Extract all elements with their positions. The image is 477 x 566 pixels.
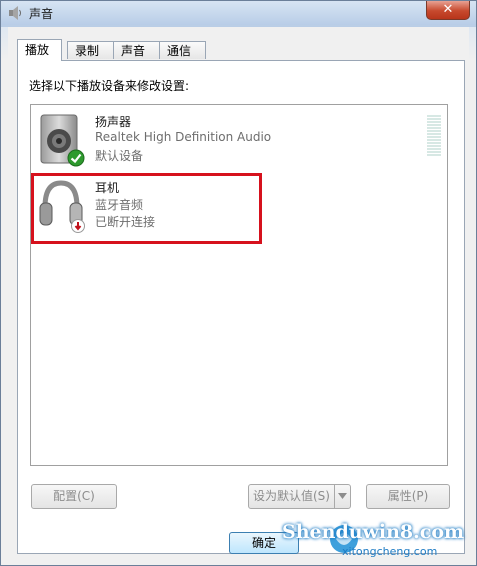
watermark-sub: xitongcheng.com — [342, 545, 438, 558]
tab-sounds[interactable]: 声音 — [113, 41, 160, 59]
set-default-button[interactable]: 设为默认值(S) — [248, 484, 351, 509]
device-item-speakers[interactable]: 扬声器 Realtek High Definition Audio 默认设备 — [31, 107, 447, 171]
default-check-icon — [67, 149, 85, 167]
volume-level-meter — [427, 115, 441, 157]
close-icon: ✕ — [442, 2, 454, 17]
tab-playback[interactable]: 播放 — [17, 39, 62, 61]
properties-button[interactable]: 属性(P) — [366, 484, 450, 509]
highlight-box — [31, 173, 262, 244]
title-bar[interactable]: 声音 ✕ — [1, 1, 476, 25]
close-button[interactable]: ✕ — [426, 1, 470, 20]
device-status: 默认设备 — [95, 149, 144, 163]
chevron-down-icon — [338, 493, 347, 499]
speaker-title-icon — [9, 6, 21, 20]
tab-communications[interactable]: 通信 — [159, 41, 206, 59]
device-name: 扬声器 — [95, 115, 132, 129]
sound-dialog: 声音 ✕ 播放 录制 声音 通信 选择以下播放设备来修改设置: 扬声器 Real… — [0, 0, 477, 566]
watermark-brand: Shenduwin8.com — [282, 521, 465, 543]
set-default-dropdown[interactable] — [334, 485, 350, 508]
tab-recording[interactable]: 录制 — [67, 41, 114, 59]
dialog-client: 播放 录制 声音 通信 选择以下播放设备来修改设置: 扬声器 Realtek H… — [8, 27, 469, 559]
instruction-text: 选择以下播放设备来修改设置: — [29, 79, 190, 93]
device-list[interactable]: 扬声器 Realtek High Definition Audio 默认设备 耳… — [30, 104, 448, 466]
playback-panel: 选择以下播放设备来修改设置: 扬声器 Realtek High Definiti… — [17, 60, 465, 554]
device-description: Realtek High Definition Audio — [95, 130, 272, 144]
set-default-label: 设为默认值(S) — [253, 489, 330, 503]
watermark: Shenduwin8.com xitongcheng.com — [282, 519, 472, 561]
configure-button[interactable]: 配置(C) — [31, 484, 117, 509]
window-title: 声音 — [29, 7, 54, 21]
